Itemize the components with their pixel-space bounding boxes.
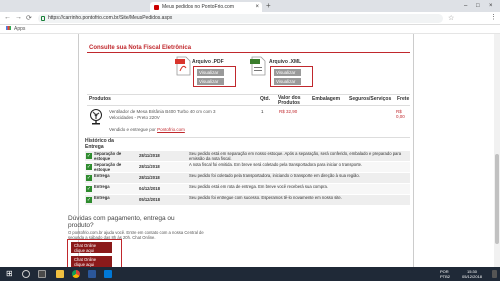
history-description: A nota fiscal foi emitida. Em breve será…: [189, 162, 363, 167]
nota-fiscal-title: Consulte sua Nota Fiscal Eletrônica: [89, 45, 192, 51]
product-qty: 1: [261, 109, 264, 114]
delivery-history-title: Histórico da Entrega: [85, 138, 114, 150]
xml-file-icon: [250, 56, 266, 76]
pdf-buttons-box: Visualizar Visualizar: [193, 66, 236, 87]
back-button[interactable]: ←: [4, 14, 11, 21]
maximize-button[interactable]: □: [476, 0, 480, 12]
apps-link[interactable]: Apps: [14, 26, 25, 32]
sold-by: Vendido e entregue por Pontofrio.com: [109, 127, 185, 132]
history-date: 28/11/2018: [139, 164, 160, 169]
check-icon: ✓: [86, 175, 92, 181]
word-icon[interactable]: [88, 270, 96, 278]
windows-start-icon[interactable]: ⊞: [6, 270, 13, 278]
header-freight: Frete: [397, 96, 410, 102]
header-value: Valor dos Produtos: [278, 95, 301, 106]
tab-close-icon[interactable]: ×: [255, 2, 259, 12]
notifications-icon[interactable]: [492, 270, 497, 278]
sold-by-prefix: Vendido e entregue por: [109, 127, 156, 132]
history-description: Seu pedido foi entregue com sucesso. Esp…: [189, 195, 342, 200]
edge-icon[interactable]: [104, 270, 112, 278]
check-icon: ✓: [86, 164, 92, 170]
search-icon[interactable]: [22, 270, 30, 278]
forward-button[interactable]: →: [15, 14, 22, 21]
history-date: 05/12/2018: [139, 197, 160, 202]
history-status: Separação de estoque: [94, 162, 122, 172]
history-row: ✓ Entrega 05/12/2018 Seu pedido foi entregu…: [85, 195, 410, 206]
pdf-label: Arquivo .PDF: [192, 59, 224, 65]
visualizar-pdf-button[interactable]: Visualizar: [197, 69, 224, 76]
visualizar-xml-button-2[interactable]: Visualizar: [274, 78, 301, 85]
apps-icon: [6, 26, 11, 30]
history-date: 04/12/2018: [139, 186, 160, 191]
header-services: Seguros/Serviços: [349, 96, 392, 102]
file-explorer-icon[interactable]: [56, 270, 64, 278]
minimize-button[interactable]: –: [464, 0, 467, 12]
history-description: Seu pedido foi coletado pela transportad…: [189, 173, 360, 178]
lock-icon: [41, 16, 45, 21]
visualizar-xml-button[interactable]: Visualizar: [274, 69, 301, 76]
history-status: Entrega: [94, 184, 110, 189]
pontofrio-favicon-icon: [154, 5, 159, 10]
history-row: ✓ Entrega 04/12/2018 Seu pedido está em rot…: [85, 184, 410, 195]
check-icon: ✓: [86, 153, 92, 159]
scrollbar-thumb[interactable]: [495, 154, 499, 244]
close-window-button[interactable]: ×: [489, 0, 493, 12]
clock[interactable]: 15:30 05/12/2018: [462, 269, 482, 279]
check-icon: ✓: [86, 186, 92, 192]
chat-sub: clique aqui: [74, 248, 95, 253]
tab-title: Meus pedidos no PontoFrio.com: [162, 4, 234, 10]
taskbar: ⊞ POR PTB2 15:30 05/12/2018: [0, 267, 500, 281]
product-value: R$ 32,90: [279, 109, 298, 114]
history-description: Seu pedido está em rota de entrega. Em b…: [189, 184, 328, 189]
xml-label: Arquivo .XML: [269, 59, 302, 65]
product-name[interactable]: Ventilador de Mesa Britânia B400 Turbo 4…: [109, 109, 219, 120]
bookmark-star-icon[interactable]: ☆: [448, 14, 454, 22]
history-row: ✓ Separação de estoque 28/11/2018 A nota fi…: [85, 162, 410, 173]
header-products: Produtos: [89, 96, 111, 102]
date: 05/12/2018: [462, 274, 483, 279]
fan-product-image: [90, 109, 102, 125]
header-qty: Qtd.: [260, 96, 270, 102]
header-packaging: Embalagem: [312, 96, 341, 102]
products-table-header: Produtos Qtd. Valor dos Produtos Embalag…: [87, 94, 410, 106]
reload-button[interactable]: ⟳: [26, 14, 32, 22]
tab-bar: Meus pedidos no PontoFrio.com × + – □ ×: [0, 0, 500, 12]
chat-online-button[interactable]: Chat Online clique aqui: [71, 242, 112, 253]
history-date: 28/11/2018: [139, 175, 160, 180]
scrollbar[interactable]: [494, 34, 500, 267]
bookmarks-bar: Apps: [0, 25, 500, 34]
url-input[interactable]: https://carrinho.pontofrio.com.br/Site/M…: [38, 14, 443, 23]
divider: [87, 52, 410, 53]
keyboard-language: POR PTB2: [440, 269, 450, 279]
history-description: Seu pedido está em separação em nosso es…: [189, 151, 402, 161]
chat-online-button-2[interactable]: Chat Online clique aqui: [71, 256, 112, 267]
chrome-icon[interactable]: [72, 270, 80, 278]
tab-meus-pedidos[interactable]: Meus pedidos no PontoFrio.com ×: [150, 2, 262, 12]
product-row: Ventilador de Mesa Britânia B400 Turbo 4…: [87, 106, 410, 138]
history-status: Entrega: [94, 195, 110, 200]
history-row: ✓ Entrega 28/11/2018 Seu pedido foi coletad…: [85, 173, 410, 184]
history-date: 28/11/2018: [139, 153, 160, 158]
task-view-icon[interactable]: [38, 270, 46, 278]
delivery-history-table: ✓ Separação de estoque 28/11/2018 Seu pedid…: [85, 151, 410, 206]
seller-link[interactable]: Pontofrio.com: [157, 127, 185, 132]
history-row: ✓ Separação de estoque 28/11/2018 Seu pedid…: [85, 151, 410, 162]
help-question: Dúvidas com pagamento, entrega ou produt…: [68, 215, 175, 229]
history-status: Separação de estoque: [94, 151, 122, 161]
new-tab-button[interactable]: +: [266, 1, 271, 10]
product-freight: R$ 0,00: [396, 109, 405, 119]
xml-buttons-box: Visualizar Visualizar: [270, 66, 313, 87]
check-icon: ✓: [86, 197, 92, 203]
url-text: https://carrinho.pontofrio.com.br/Site/M…: [48, 15, 173, 21]
page-viewport: Consulte sua Nota Fiscal Eletrônica Arqu…: [0, 34, 500, 267]
pdf-file-icon: [175, 56, 191, 76]
history-status: Entrega: [94, 173, 110, 178]
address-bar-row: ← → ⟳ https://carrinho.pontofrio.com.br/…: [0, 12, 500, 25]
browser-menu-icon[interactable]: ⋮: [490, 13, 497, 21]
layout: PTB2: [440, 274, 451, 279]
chat-buttons-box: Chat Online clique aqui Chat Online cliq…: [67, 239, 122, 267]
visualizar-pdf-button-2[interactable]: Visualizar: [197, 78, 224, 85]
